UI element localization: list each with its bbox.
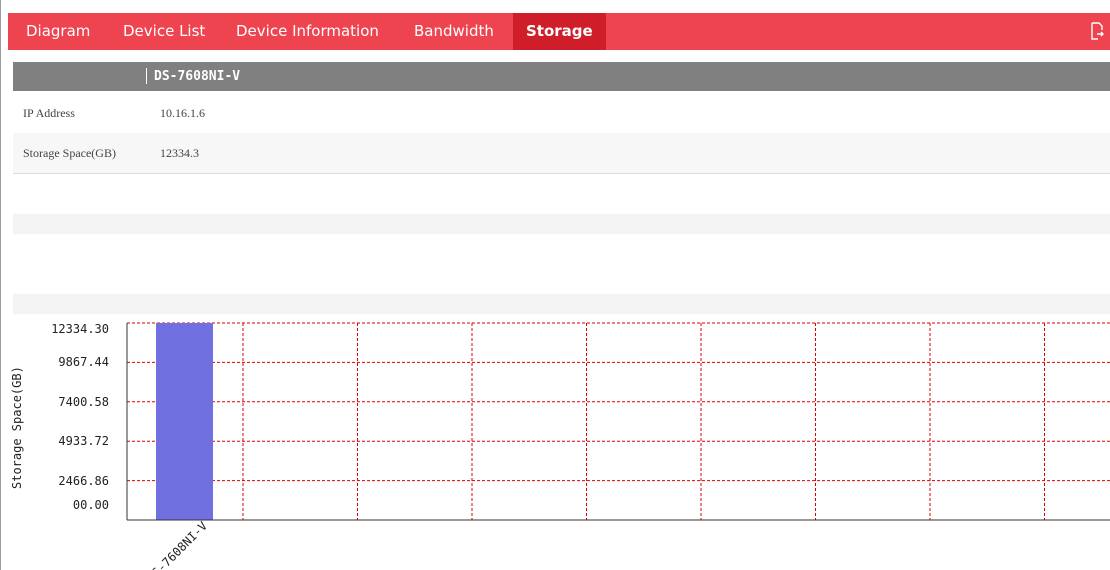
device-name: DS-7608NI-V xyxy=(154,69,241,84)
tab-diagram[interactable]: Diagram xyxy=(26,13,90,50)
y-tick-label: 9867.44 xyxy=(58,355,109,370)
tab-device-information[interactable]: Device Information xyxy=(236,13,379,50)
ip-address-label: IP Address xyxy=(23,106,75,120)
device-header: DS-7608NI-V xyxy=(13,62,1110,91)
header-separator xyxy=(146,68,147,84)
tab-storage[interactable]: Storage xyxy=(513,13,606,50)
y-tick-label: 2466.86 xyxy=(58,473,109,488)
export-icon[interactable] xyxy=(1090,21,1104,41)
info-row-storage: Storage Space(GB) 12334.3 xyxy=(13,133,1110,174)
y-tick-label: 00.00 xyxy=(72,498,109,512)
y-tick-label: 12334.30 xyxy=(51,322,109,336)
ip-address-value: 10.16.1.6 xyxy=(160,106,205,120)
storage-space-label: Storage Space(GB) xyxy=(23,146,116,160)
tab-device-list[interactable]: Device List xyxy=(123,13,205,50)
y-tick-label: 4933.72 xyxy=(58,434,109,449)
tab-bandwidth[interactable]: Bandwidth xyxy=(414,13,494,50)
chart-plot xyxy=(126,322,1110,521)
chart-bar xyxy=(156,323,213,520)
empty-row-stripe xyxy=(13,214,1110,234)
storage-space-value: 12334.3 xyxy=(160,146,199,160)
top-nav: Diagram Device List Device Information B… xyxy=(8,13,1110,50)
storage-chart: Storage Space(GB) 00.00 2466.86 4933.72 740… xyxy=(0,310,1110,570)
y-tick-label: 7400.58 xyxy=(58,394,109,409)
info-row-ip: IP Address 10.16.1.6 xyxy=(13,93,1110,134)
